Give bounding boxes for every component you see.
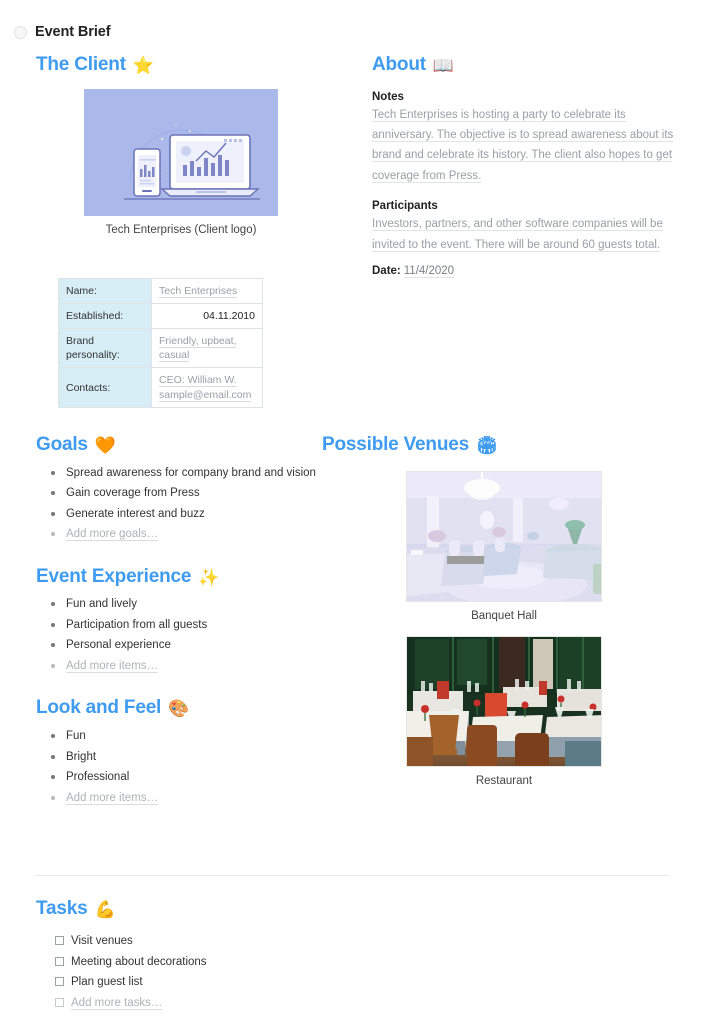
open-book-icon: 📖 (432, 55, 454, 75)
table-row: Name: Tech Enterprises (58, 277, 263, 304)
list-item[interactable]: Generate interest and buzz (51, 506, 326, 523)
restaurant-illustration (407, 636, 601, 766)
artist-palette-icon: 🎨 (168, 699, 190, 719)
experience-section: Event Experience ✨ Fun and lively Partic… (36, 566, 326, 676)
orange-heart-icon: 🧡 (94, 435, 116, 455)
list-item[interactable]: Fun and lively (51, 596, 326, 613)
look-list: Fun Bright Professional Add more items… (36, 728, 326, 807)
table-row: Established: 04.11.2010 (58, 302, 263, 330)
venues-section: Possible Venues 🏟 Banquet Hall Restauran… (322, 434, 634, 787)
client-logo-block: Tech Enterprises (Client logo) (36, 88, 326, 236)
experience-list: Fun and lively Participation from all gu… (36, 596, 326, 675)
table-key-name: Name: (58, 277, 152, 304)
look-heading-label: Look and Feel (36, 697, 162, 719)
client-logo-image[interactable] (84, 88, 278, 216)
tasks-heading-label: Tasks (36, 898, 88, 919)
venue-caption: Restaurant (475, 774, 533, 787)
goals-section: Goals 🧡 Spread awareness for company bra… (36, 434, 326, 544)
client-section: The Client ⭐ Tech Enterprises (Client lo… (36, 54, 326, 408)
table-key-established: Established: (58, 302, 152, 330)
section-divider (36, 875, 668, 876)
list-item[interactable]: Spread awareness for company brand and v… (51, 465, 326, 482)
list-item[interactable]: Professional (51, 769, 326, 786)
venue-item-restaurant: Restaurant (405, 635, 603, 787)
sparkles-icon: ✨ (198, 567, 220, 587)
add-more-tasks-item[interactable]: Add more tasks… (55, 995, 366, 1013)
stadium-icon: 🏟 (475, 435, 498, 455)
radio-circle-icon[interactable] (14, 25, 27, 39)
page-title: Event Brief (35, 24, 111, 40)
date-label: Date: (372, 264, 401, 277)
client-heading: The Client ⭐ (36, 54, 326, 77)
banquet-hall-photo[interactable] (406, 470, 602, 602)
list-item[interactable]: Gain coverage from Press (51, 485, 326, 502)
participants-text[interactable]: Investors, partners, and other software … (372, 214, 684, 255)
goals-list: Spread awareness for company brand and v… (36, 465, 326, 544)
notes-text[interactable]: Tech Enterprises is hosting a party to c… (372, 105, 684, 186)
list-item[interactable]: Personal experience (51, 637, 326, 654)
table-value-brand-personality[interactable]: Friendly, upbeat, casual (151, 328, 263, 369)
task-checkbox[interactable] (55, 998, 64, 1008)
task-item[interactable]: Visit venues (55, 933, 366, 951)
table-key-brand-personality: Brand personality: (58, 328, 152, 369)
add-more-goals-item[interactable]: Add more goals… (51, 526, 326, 543)
table-key-contacts: Contacts: (58, 367, 152, 408)
venues-heading-label: Possible Venues (322, 434, 469, 455)
venue-list: Banquet Hall Restaurant (405, 470, 603, 787)
table-row: Contacts: CEO: William W. sample@email.c… (58, 367, 263, 408)
about-heading: About 📖 (372, 54, 684, 77)
client-heading-label: The Client (36, 54, 126, 75)
event-brief-page: Event Brief The Client ⭐ Tech Enterprise… (0, 0, 704, 1024)
about-heading-label: About (372, 54, 426, 75)
tasks-list: Visit venues Meeting about decorations P… (36, 933, 366, 1013)
tech-illustration-svg (84, 88, 278, 216)
star-icon: ⭐ (132, 55, 154, 75)
client-logo-caption: Tech Enterprises (Client logo) (105, 223, 257, 236)
look-and-feel-section: Look and Feel 🎨 Fun Bright Professional … (36, 697, 326, 807)
task-checkbox[interactable] (55, 977, 64, 987)
look-heading: Look and Feel 🎨 (36, 697, 326, 720)
flexed-biceps-icon: 💪 (94, 899, 116, 919)
table-value-name[interactable]: Tech Enterprises (151, 277, 263, 304)
table-value-established[interactable]: 04.11.2010 (151, 302, 263, 330)
document-title-row: Event Brief (14, 24, 111, 40)
notes-label: Notes (372, 90, 404, 103)
tasks-heading: Tasks 💪 (36, 898, 366, 921)
client-info-table: Name: Tech Enterprises Established: 04.1… (58, 277, 263, 408)
tasks-section: Tasks 💪 Visit venues Meeting about decor… (36, 898, 366, 1016)
left-lists-column: Goals 🧡 Spread awareness for company bra… (36, 434, 326, 810)
banquet-hall-illustration (407, 471, 601, 601)
venues-heading: Possible Venues 🏟 (322, 434, 634, 457)
add-more-experience-item[interactable]: Add more items… (51, 658, 326, 675)
list-item[interactable]: Fun (51, 728, 326, 745)
restaurant-photo[interactable] (406, 635, 602, 767)
goals-heading-label: Goals (36, 434, 88, 455)
venue-caption: Banquet Hall (471, 609, 537, 622)
task-checkbox[interactable] (55, 956, 64, 966)
list-item[interactable]: Bright (51, 749, 326, 766)
goals-heading: Goals 🧡 (36, 434, 326, 457)
task-checkbox[interactable] (55, 935, 64, 945)
participants-label: Participants (372, 200, 438, 213)
about-section: About 📖 Notes Tech Enterprises is hostin… (372, 54, 684, 278)
add-more-look-item[interactable]: Add more items… (51, 790, 326, 807)
task-item[interactable]: Meeting about decorations (55, 954, 366, 972)
table-row: Brand personality: Friendly, upbeat, cas… (58, 328, 263, 369)
task-item[interactable]: Plan guest list (55, 974, 366, 992)
date-value[interactable]: 11/4/2020 (403, 264, 455, 278)
experience-heading: Event Experience ✨ (36, 566, 326, 589)
table-value-contacts[interactable]: CEO: William W. sample@email.com (151, 367, 263, 408)
date-row: Date: 11/4/2020 (372, 264, 684, 278)
experience-heading-label: Event Experience (36, 565, 192, 587)
venue-item-banquet-hall: Banquet Hall (405, 470, 603, 622)
list-item[interactable]: Participation from all guests (51, 617, 326, 634)
